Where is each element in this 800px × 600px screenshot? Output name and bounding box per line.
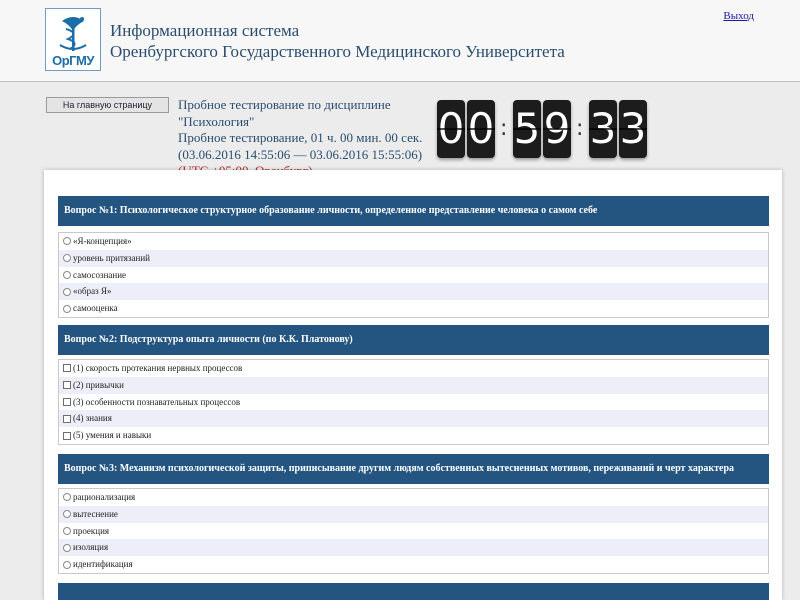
answer-option[interactable]: (2) привычки	[59, 376, 768, 394]
checkbox[interactable]	[63, 431, 71, 440]
radio-button[interactable]	[63, 543, 71, 552]
site-title-line2: Оренбургского Государственного Медицинск…	[110, 42, 565, 61]
radio-button[interactable]	[63, 237, 71, 246]
answer-option[interactable]: самосознание	[59, 267, 768, 284]
answer-option[interactable]: (1) скорость протекания нервных процессо…	[59, 360, 768, 377]
university-logo[interactable]: ОрГМУ	[45, 8, 101, 71]
site-title-line1: Информационная система	[110, 21, 300, 40]
answer-label: (2) привычки	[73, 379, 124, 390]
answer-option[interactable]: (5) умения и навыки	[59, 427, 768, 444]
radio-button[interactable]	[63, 287, 71, 296]
checkbox[interactable]	[63, 364, 71, 373]
radio-button[interactable]	[63, 254, 71, 263]
logout-link[interactable]: Выход	[723, 10, 754, 22]
question-3-answers: рационализация вытеснение проекция изоля…	[58, 488, 769, 574]
timer-seconds-tens: 3	[589, 100, 617, 158]
radio-button[interactable]	[63, 526, 71, 535]
test-duration: Пробное тестирование, 01 ч. 00 мин. 00 с…	[178, 130, 423, 145]
timer-separator: :	[576, 116, 584, 141]
timer-minutes-ones: 9	[543, 100, 571, 158]
checkbox[interactable]	[63, 414, 71, 423]
answer-label: (1) скорость протекания нервных процессо…	[73, 363, 243, 373]
answer-label: (5) умения и навыки	[73, 430, 152, 441]
answer-option[interactable]: (3) особенности познавательных процессов	[59, 394, 768, 411]
question-3-title: Вопрос №3: Механизм психологической защи…	[58, 454, 769, 484]
answer-option[interactable]: «образ Я»	[59, 283, 768, 301]
radio-button[interactable]	[63, 510, 71, 519]
answer-label: (3) особенности познавательных процессов	[73, 396, 241, 407]
question-4-header	[58, 583, 769, 600]
answer-label: самосознание	[73, 269, 127, 280]
site-title: Информационная система Оренбургского Гос…	[110, 20, 565, 62]
checkbox[interactable]	[63, 397, 71, 406]
answer-label: вытеснение	[73, 508, 118, 519]
timer-hours-tens: 0	[437, 100, 465, 158]
answer-option[interactable]: уровень притязаний	[59, 249, 768, 267]
radio-button[interactable]	[63, 270, 71, 279]
checkbox[interactable]	[63, 381, 71, 390]
test-info: Пробное тестирование по дисциплине "Псих…	[178, 97, 428, 180]
caduceus-icon	[59, 17, 87, 51]
test-discipline: Пробное тестирование по дисциплине "Псих…	[178, 97, 391, 129]
answer-label: (4) знания	[73, 413, 112, 424]
answer-option[interactable]: (4) знания	[59, 410, 768, 428]
answer-label: идентификация	[73, 559, 133, 570]
answer-option[interactable]: изоляция	[59, 539, 768, 557]
answer-option[interactable]: «Я-концепция»	[59, 233, 768, 250]
answer-option[interactable]: рационализация	[59, 489, 768, 506]
answer-option[interactable]: вытеснение	[59, 505, 768, 523]
answer-label: проекция	[73, 525, 110, 536]
timer-hours-ones: 0	[467, 100, 495, 158]
timer-separator: :	[500, 116, 508, 141]
answer-option[interactable]: самооценка	[59, 300, 768, 317]
logo-text: ОрГМУ	[52, 53, 94, 68]
question-2-answers: (1) скорость протекания нервных процессо…	[58, 359, 769, 445]
radio-button[interactable]	[63, 560, 71, 569]
answer-label: самооценка	[73, 303, 118, 314]
timer-seconds-ones: 3	[619, 100, 647, 158]
radio-button[interactable]	[63, 304, 71, 313]
radio-button[interactable]	[63, 493, 71, 502]
answer-label: рационализация	[73, 492, 136, 502]
site-header: ОрГМУ Информационная система Оренбургско…	[0, 0, 800, 82]
answer-label: изоляция	[73, 542, 109, 553]
answer-option[interactable]: проекция	[59, 523, 768, 540]
answer-label: уровень притязаний	[73, 252, 150, 263]
timer-minutes-tens: 5	[513, 100, 541, 158]
questions-panel: Вопрос №1: Психологическое структурное о…	[44, 170, 782, 600]
home-page-button[interactable]: На главную страницу	[46, 97, 169, 113]
answer-option[interactable]: идентификация	[59, 556, 768, 573]
answer-label: «образ Я»	[73, 286, 112, 297]
question-1-title: Вопрос №1: Психологическое структурное о…	[58, 196, 769, 226]
question-1-answers: «Я-концепция» уровень притязаний самосоз…	[58, 232, 769, 318]
test-period-dates: (03.06.2016 14:55:06 — 03.06.2016 15:55:…	[178, 146, 423, 162]
question-2-title: Вопрос №2: Подструктура опыта личности (…	[58, 325, 769, 355]
answer-label: «Я-концепция»	[73, 236, 132, 246]
